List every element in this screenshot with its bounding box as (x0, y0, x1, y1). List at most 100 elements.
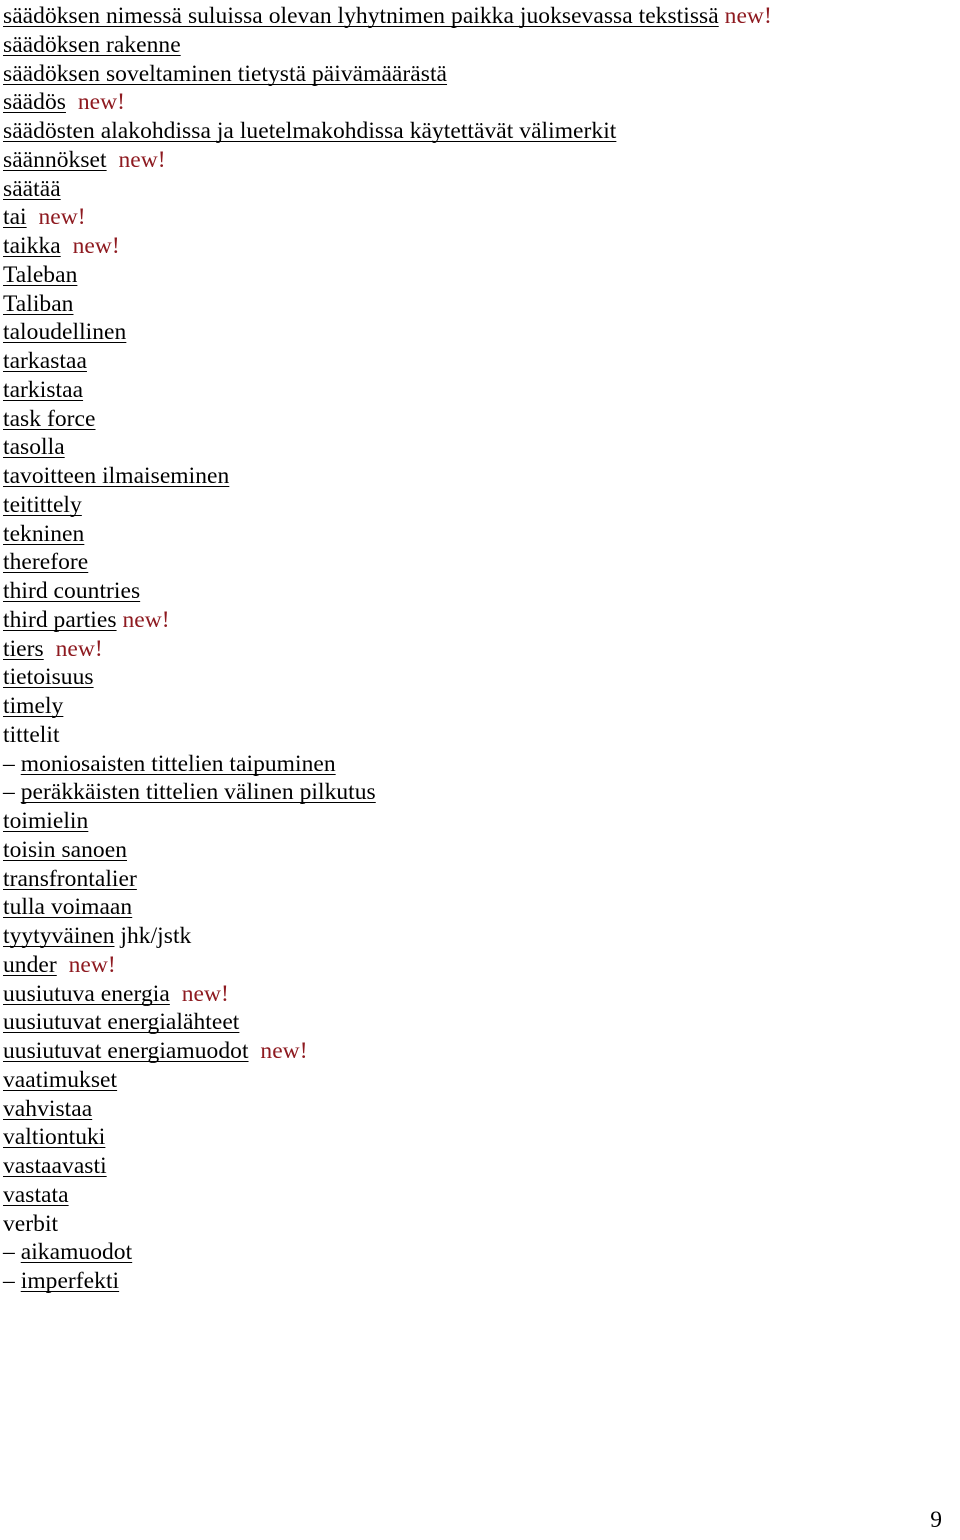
index-entry-link[interactable]: timely (3, 693, 63, 719)
index-entry: säädöksen rakenne (3, 31, 960, 60)
index-entry: säädösten alakohdissa ja luetelmakohdiss… (3, 117, 960, 146)
index-entry-link[interactable]: tietoisuus (3, 664, 94, 690)
index-entry-link[interactable]: tulla voimaan (3, 894, 132, 920)
index-entry: säädöksen soveltaminen tietystä päivämää… (3, 60, 960, 89)
index-entry-link[interactable]: tavoitteen ilmaiseminen (3, 463, 229, 489)
index-entry: Taleban (3, 261, 960, 290)
index-entry: verbit (3, 1210, 960, 1239)
new-badge: new! (68, 951, 116, 978)
index-entry: säännökset new! (3, 146, 960, 175)
index-entry: timely (3, 692, 960, 721)
page-number: 9 (930, 1507, 942, 1533)
index-entry: tarkistaa (3, 376, 960, 405)
entry-dash-marker: – (3, 1239, 21, 1266)
index-entry-link[interactable]: tai (3, 204, 27, 230)
index-entry-link[interactable]: valtiontuki (3, 1124, 105, 1150)
entry-gap (27, 204, 39, 230)
index-entry-link[interactable]: tyytyväinen (3, 923, 115, 949)
index-entry: Taliban (3, 290, 960, 319)
index-entry: vaatimukset (3, 1066, 960, 1095)
index-entry: tavoitteen ilmaiseminen (3, 462, 960, 491)
index-entry-link: tittelit (3, 721, 60, 748)
index-entry: vastata (3, 1181, 960, 1210)
index-entry-link[interactable]: Taliban (3, 291, 73, 317)
index-entry: – peräkkäisten tittelien välinen pilkutu… (3, 778, 960, 807)
entry-gap (107, 147, 119, 173)
index-entry: taikka new! (3, 232, 960, 261)
entry-gap (170, 981, 182, 1007)
index-entry-link[interactable]: taloudellinen (3, 319, 126, 345)
index-entry-link[interactable]: toisin sanoen (3, 837, 127, 863)
new-badge: new! (122, 606, 170, 633)
index-entry-link[interactable]: under (3, 952, 57, 978)
entry-gap (249, 1038, 261, 1064)
index-entry-link[interactable]: peräkkäisten tittelien välinen pilkutus (21, 779, 376, 805)
index-entry: säädös new! (3, 88, 960, 117)
index-entry: – aikamuodot (3, 1238, 960, 1267)
new-badge: new! (55, 635, 103, 662)
new-badge: new! (77, 89, 125, 116)
index-entry-link[interactable]: Taleban (3, 262, 77, 288)
index-entry-link[interactable]: moniosaisten tittelien taipuminen (21, 751, 336, 777)
index-entry-link[interactable]: third countries (3, 578, 140, 604)
index-entry-link[interactable]: therefore (3, 549, 88, 575)
index-entry: tekninen (3, 520, 960, 549)
new-badge: new! (181, 980, 229, 1007)
entry-dash-marker: – (3, 779, 21, 806)
entry-gap (57, 952, 69, 978)
index-entry: therefore (3, 548, 960, 577)
index-entry-link[interactable]: vahvistaa (3, 1096, 92, 1122)
index-entry-link[interactable]: vastaavasti (3, 1153, 107, 1179)
index-entry-link[interactable]: transfrontalier (3, 866, 137, 892)
index-entry: tiers new! (3, 635, 960, 664)
index-entry: tarkastaa (3, 347, 960, 376)
index-entry: teitittely (3, 491, 960, 520)
index-entry-link[interactable]: tekninen (3, 521, 84, 547)
index-entry-link[interactable]: aikamuodot (21, 1239, 132, 1265)
index-entry-link[interactable]: tarkastaa (3, 348, 87, 374)
index-entry-suffix: jhk/jstk (114, 923, 192, 949)
index-entry: säädöksen nimessä suluissa olevan lyhytn… (3, 2, 960, 31)
index-entry-link[interactable]: vaatimukset (3, 1067, 117, 1093)
index-entry-link[interactable]: uusiutuvat energiamuodot (3, 1038, 249, 1064)
index-entry-link[interactable]: uusiutuvat energialähteet (3, 1009, 239, 1035)
index-entry-link[interactable]: tiers (3, 636, 44, 662)
index-entry: third parties new! (3, 606, 960, 635)
index-entry-link[interactable]: vastata (3, 1182, 69, 1208)
new-badge: new! (38, 204, 86, 231)
index-entry-link[interactable]: tasolla (3, 434, 65, 460)
entry-dash-marker: – (3, 750, 21, 777)
index-entry-link[interactable]: toimielin (3, 808, 88, 834)
index-entry-list: säädöksen nimessä suluissa olevan lyhytn… (3, 2, 960, 1296)
index-entry: valtiontuki (3, 1123, 960, 1152)
index-entry-link[interactable]: imperfekti (21, 1268, 119, 1294)
index-entry-link[interactable]: säädöksen soveltaminen tietystä päivämää… (3, 61, 447, 87)
index-entry: uusiutuva energia new! (3, 980, 960, 1009)
index-entry-link[interactable]: taikka (3, 233, 61, 259)
index-entry: third countries (3, 577, 960, 606)
index-entry: tyytyväinen jhk/jstk (3, 922, 960, 951)
index-entry-link[interactable]: säädöksen rakenne (3, 32, 181, 58)
entry-gap (44, 636, 56, 662)
index-entry: uusiutuvat energialähteet (3, 1008, 960, 1037)
new-badge: new! (118, 146, 166, 173)
new-badge: new! (72, 233, 120, 259)
index-entry: transfrontalier (3, 865, 960, 894)
index-entry-link[interactable]: säännökset (3, 147, 107, 173)
index-entry-link[interactable]: third parties (3, 607, 117, 633)
index-entry-link[interactable]: task force (3, 406, 96, 432)
index-entry-link[interactable]: tarkistaa (3, 377, 83, 403)
index-entry: taloudellinen (3, 318, 960, 347)
index-entry-link[interactable]: teitittely (3, 492, 82, 518)
index-entry: säätää (3, 175, 960, 204)
entry-gap (61, 233, 73, 259)
index-entry-link[interactable]: säätää (3, 176, 61, 202)
index-entry-link[interactable]: säädösten alakohdissa ja luetelmakohdiss… (3, 118, 616, 144)
index-entry-link[interactable]: uusiutuva energia (3, 981, 170, 1007)
index-entry: toimielin (3, 807, 960, 836)
document-page: säädöksen nimessä suluissa olevan lyhytn… (0, 0, 960, 1540)
index-entry: tietoisuus (3, 663, 960, 692)
index-entry-link[interactable]: säädöksen nimessä suluissa olevan lyhytn… (3, 3, 719, 29)
index-entry: uusiutuvat energiamuodot new! (3, 1037, 960, 1066)
index-entry-link[interactable]: säädös (3, 89, 66, 115)
